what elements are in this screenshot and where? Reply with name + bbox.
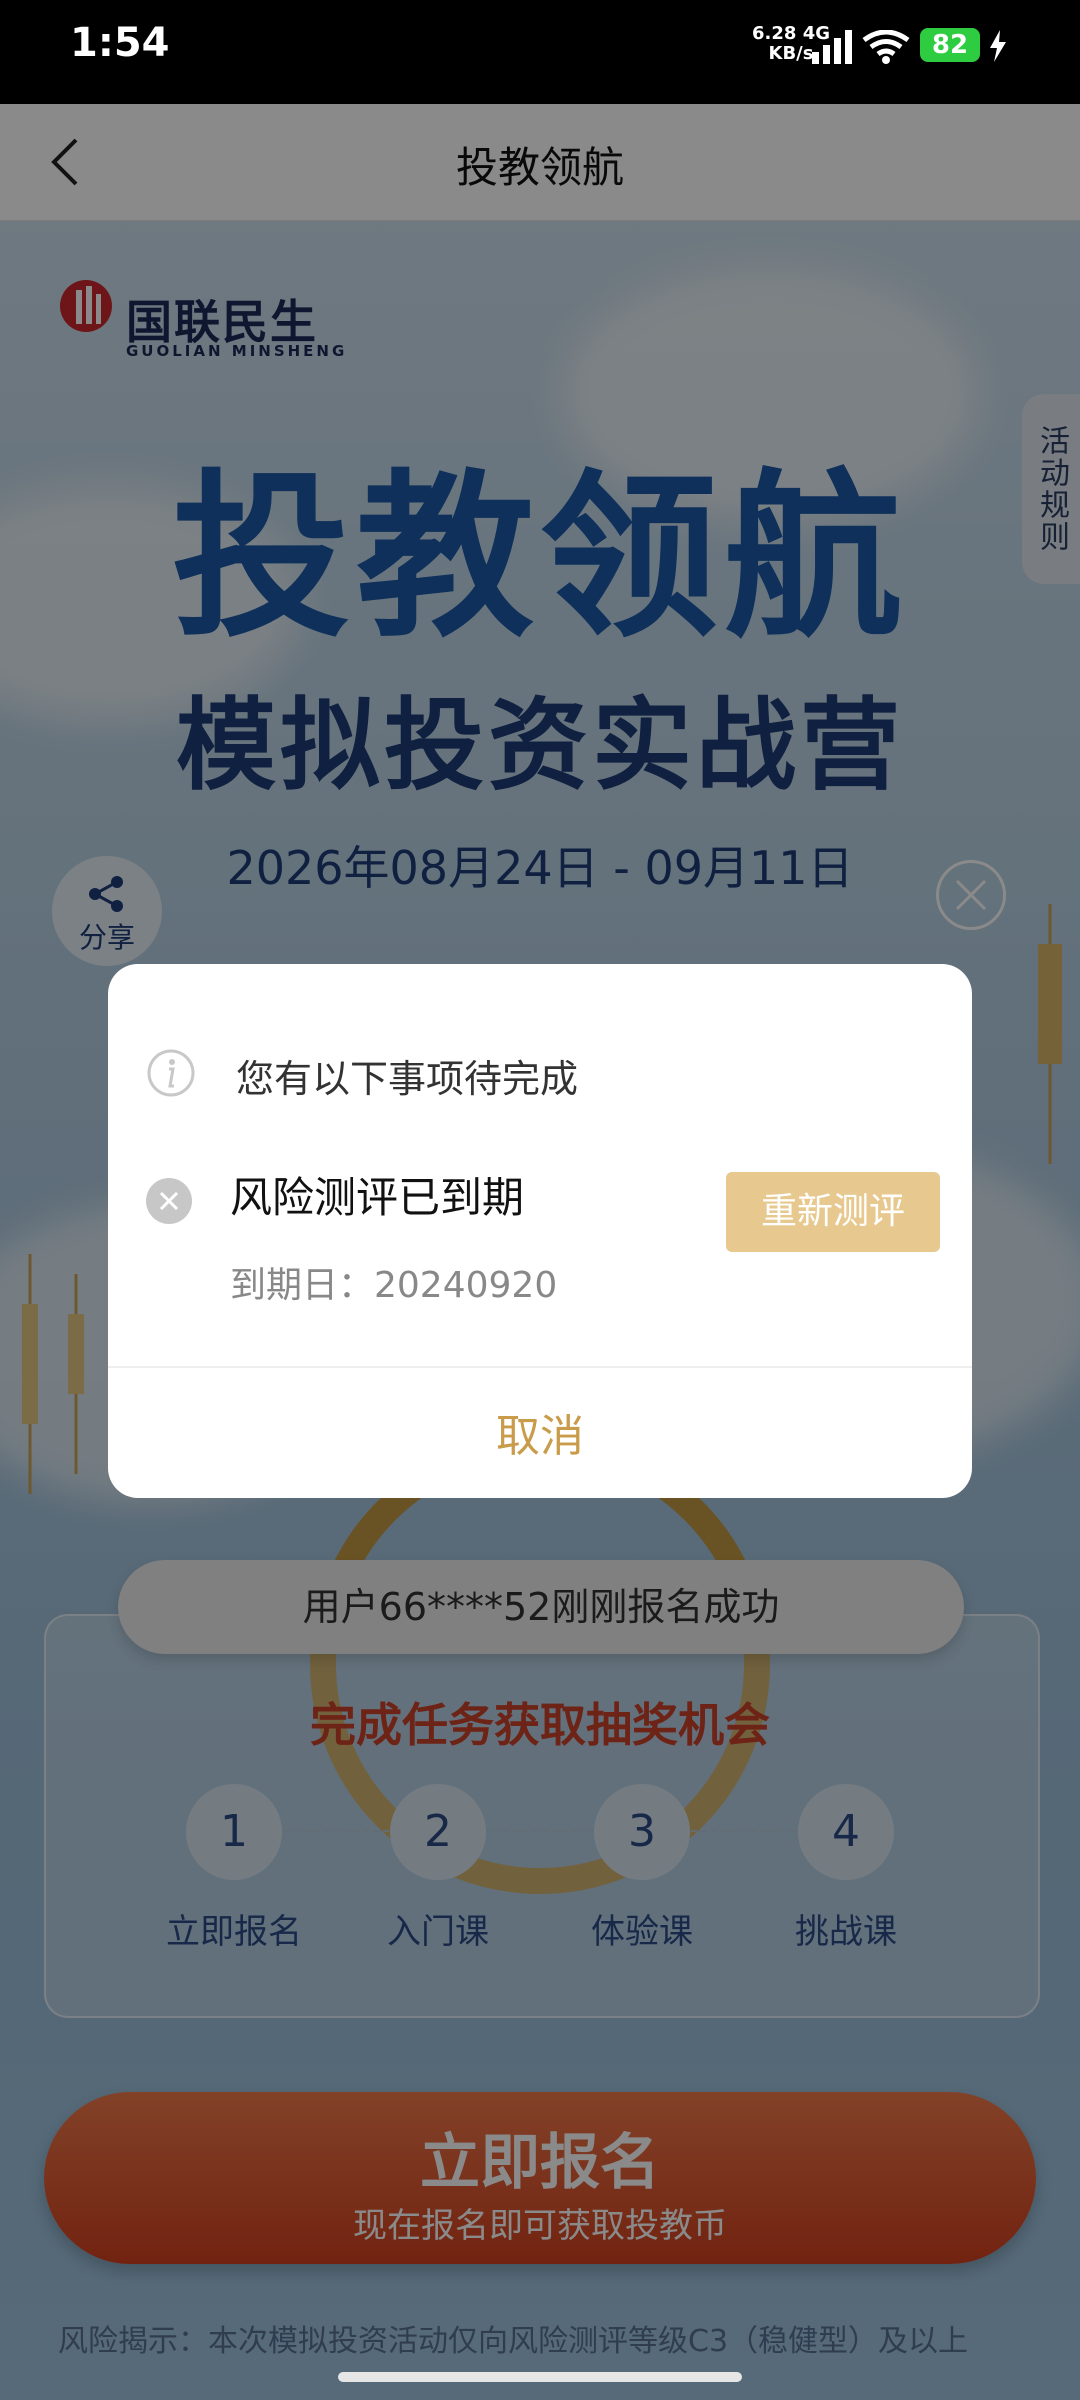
battery-indicator: 82 bbox=[920, 28, 980, 62]
charging-icon bbox=[990, 30, 1006, 62]
risk-assessment-expired-title: 风险测评已到期 bbox=[230, 1173, 525, 1222]
home-indicator[interactable] bbox=[338, 2372, 742, 2382]
status-time: 1:54 bbox=[70, 20, 170, 66]
expired-status-icon bbox=[146, 1178, 192, 1224]
signal-icon bbox=[812, 30, 852, 64]
divider bbox=[108, 1366, 972, 1368]
status-bar: 1:54 6.28 4G KB/s 82 bbox=[0, 0, 1080, 104]
expiry-date: 到期日：20240920 bbox=[230, 1265, 558, 1306]
wifi-icon bbox=[862, 30, 910, 64]
retest-button[interactable]: 重新测评 bbox=[726, 1172, 940, 1252]
cancel-button[interactable]: 取消 bbox=[108, 1400, 972, 1464]
pending-tasks-dialog: 您有以下事项待完成 风险测评已到期 到期日：20240920 重新测评 取消 bbox=[108, 964, 972, 1498]
info-icon bbox=[147, 1049, 195, 1097]
dialog-header: 您有以下事项待完成 bbox=[236, 1057, 579, 1101]
